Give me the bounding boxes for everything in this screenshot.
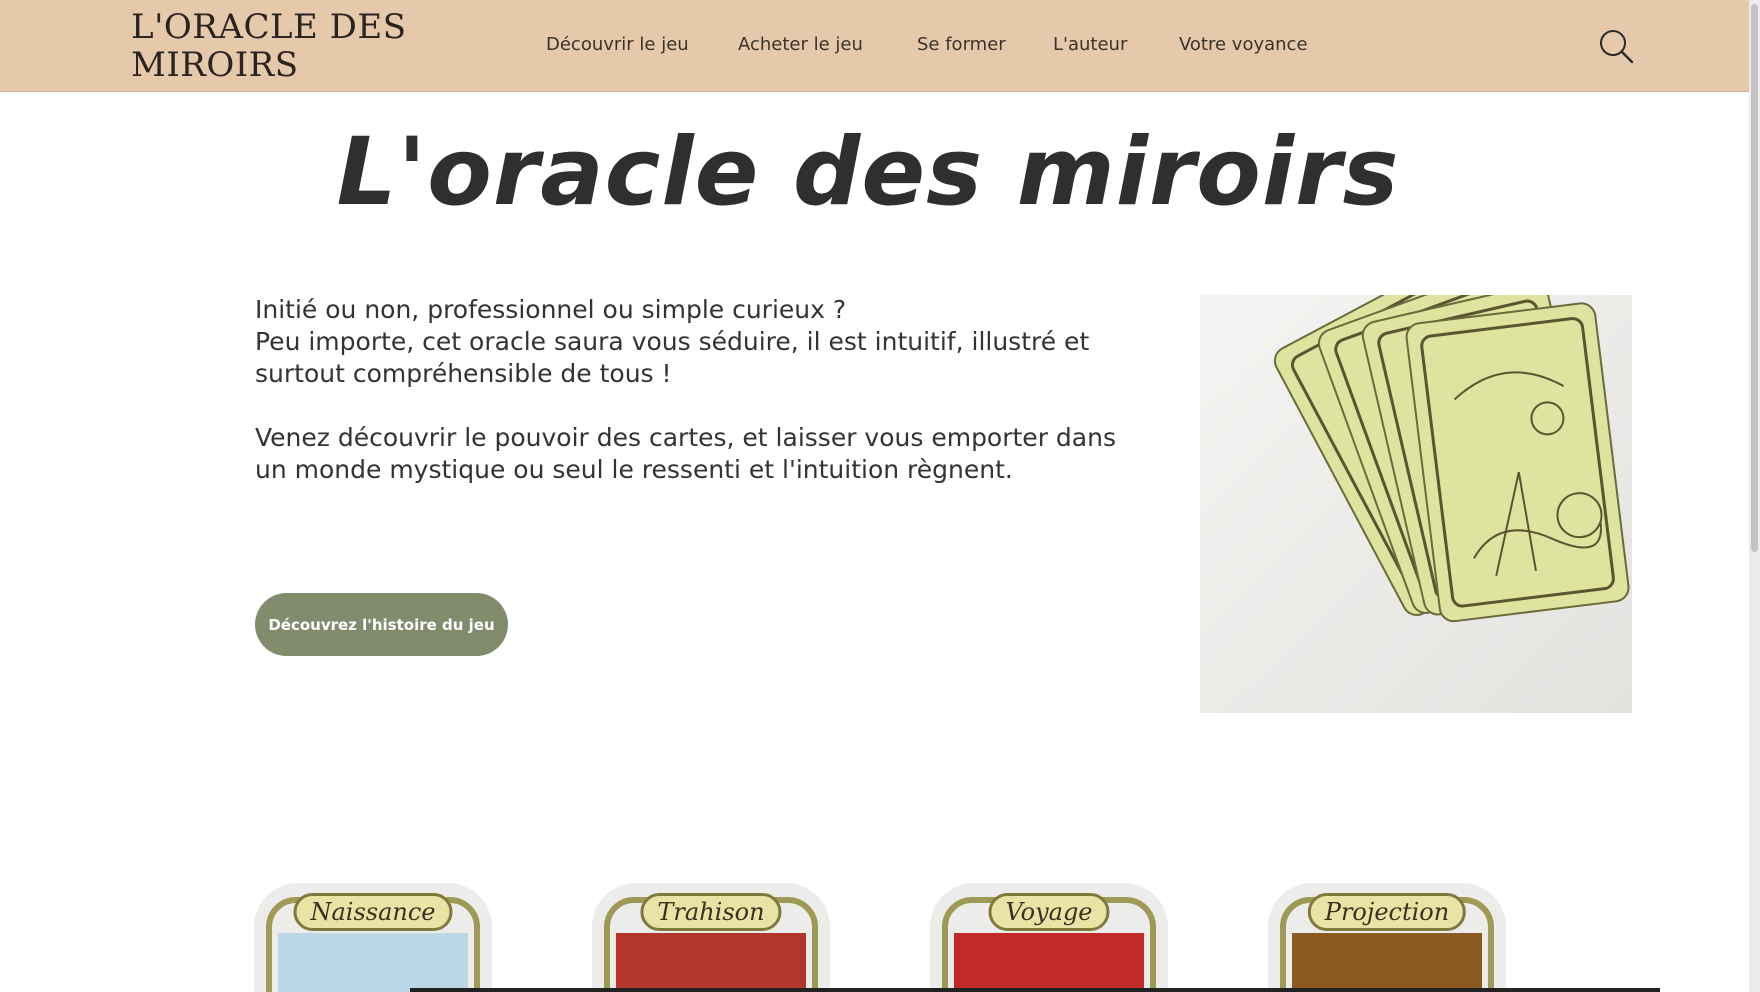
site-header: L'ORACLE DES MIROIRS Découvrir le jeu Ac…	[0, 0, 1760, 92]
card-label: Voyage	[988, 893, 1110, 931]
discover-history-button[interactable]: Découvrez l'histoire du jeu	[255, 593, 508, 656]
search-icon[interactable]	[1598, 28, 1634, 64]
card-voyage[interactable]: Voyage	[930, 883, 1168, 992]
card-art-voyage	[954, 933, 1144, 992]
nav-se-former[interactable]: Se former	[917, 34, 1006, 55]
card-projection[interactable]: Projection	[1268, 883, 1506, 992]
page-title: L'oracle des miroirs	[336, 118, 1400, 227]
card-art-naissance	[278, 933, 468, 992]
card-label: Trahison	[640, 893, 782, 931]
site-logo[interactable]: L'ORACLE DES MIROIRS	[131, 8, 431, 84]
card-naissance[interactable]: Naissance	[254, 883, 492, 992]
oracle-cards-photo	[1200, 295, 1632, 713]
page-scrollbar[interactable]	[1749, 0, 1760, 992]
card-label: Naissance	[293, 893, 453, 931]
intro-paragraph-2: Venez découvrir le pouvoir des cartes, e…	[255, 423, 1116, 484]
intro-line-2: Peu importe, cet oracle saura vous sédui…	[255, 327, 1090, 388]
nav-votre-voyance[interactable]: Votre voyance	[1179, 34, 1308, 55]
nav-acheter-le-jeu[interactable]: Acheter le jeu	[738, 34, 863, 55]
intro-paragraph-1: Initié ou non, professionnel ou simple c…	[255, 294, 1155, 390]
nav-l-auteur[interactable]: L'auteur	[1053, 34, 1127, 55]
bottom-divider	[410, 988, 1660, 992]
intro-text: Initié ou non, professionnel ou simple c…	[255, 294, 1155, 486]
intro-line-1: Initié ou non, professionnel ou simple c…	[255, 295, 847, 324]
nav-decouvrir-le-jeu[interactable]: Découvrir le jeu	[546, 34, 689, 55]
card-label: Projection	[1307, 893, 1467, 931]
card-art-projection	[1292, 933, 1482, 992]
scrollbar-thumb[interactable]	[1751, 4, 1758, 552]
card-art-trahison	[616, 933, 806, 992]
card-trahison[interactable]: Trahison	[592, 883, 830, 992]
